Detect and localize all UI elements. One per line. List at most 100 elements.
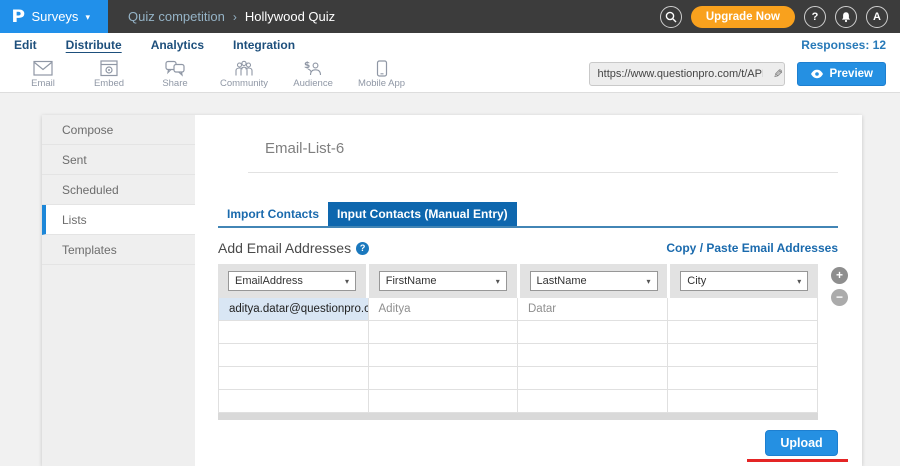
cell-lastname[interactable]: Datar <box>518 298 668 321</box>
cell-lastname[interactable] <box>518 367 668 390</box>
header-actions: Upgrade Now ? A <box>660 6 900 28</box>
chevron-down-icon: ▾ <box>85 12 90 23</box>
cell-city[interactable] <box>668 367 818 390</box>
toolbar-item-audience[interactable]: $ Audience <box>292 60 334 89</box>
survey-url-input[interactable] <box>590 68 768 80</box>
row-controls: + − <box>831 267 848 306</box>
sidebar-item-compose[interactable]: Compose <box>42 115 195 145</box>
eye-icon <box>810 69 824 79</box>
cell-email[interactable] <box>219 321 369 344</box>
add-email-addresses-title: Add Email Addresses <box>218 240 351 256</box>
embed-icon <box>99 60 119 77</box>
dropdown-arrow-icon: ▾ <box>797 277 801 286</box>
toolbar-item-community[interactable]: Community <box>220 60 268 89</box>
cell-lastname[interactable] <box>518 390 668 413</box>
cell-city[interactable] <box>668 344 818 367</box>
column-select-value: FirstName <box>386 275 437 287</box>
toolbar-item-label: Mobile App <box>358 78 405 89</box>
cell-firstname[interactable] <box>369 321 519 344</box>
sidebar-item-lists[interactable]: Lists <box>42 205 195 235</box>
remove-row-button[interactable]: − <box>831 289 848 306</box>
table-row <box>219 321 817 344</box>
column-header-cell: EmailAddress ▾ <box>218 264 366 298</box>
tab-input-contacts-manual-entry[interactable]: Input Contacts (Manual Entry) <box>328 202 517 226</box>
help-icon[interactable]: ? <box>804 6 826 28</box>
breadcrumb-separator: › <box>233 10 237 24</box>
add-row-button[interactable]: + <box>831 267 848 284</box>
share-icon <box>164 60 186 77</box>
cell-email[interactable]: aditya.datar@questionpro.com <box>219 298 369 321</box>
contacts-table-header: EmailAddress ▾ FirstName ▾ LastName ▾ <box>218 264 818 298</box>
search-icon[interactable] <box>660 6 682 28</box>
edit-url-pencil-icon[interactable]: ✎ <box>767 67 783 81</box>
survey-nav: Edit Distribute Analytics Integration Re… <box>0 33 900 56</box>
breadcrumb-parent[interactable]: Quiz competition <box>128 9 225 24</box>
page-title: Email-List-6 <box>265 140 838 157</box>
preview-button[interactable]: Preview <box>797 62 886 86</box>
cell-city[interactable] <box>668 390 818 413</box>
toolbar-item-label: Community <box>220 78 268 89</box>
email-icon <box>32 60 54 77</box>
upgrade-now-button[interactable]: Upgrade Now <box>691 6 795 28</box>
cell-firstname[interactable] <box>369 344 519 367</box>
nav-item-analytics[interactable]: Analytics <box>151 38 204 52</box>
cell-city[interactable] <box>668 321 818 344</box>
cell-lastname[interactable] <box>518 344 668 367</box>
email-lists-card: Compose Sent Scheduled Lists Templates E… <box>42 115 862 466</box>
cell-firstname[interactable]: Aditya <box>369 298 519 321</box>
nav-item-distribute[interactable]: Distribute <box>66 38 122 52</box>
top-header-bar: P Surveys ▾ Quiz competition › Hollywood… <box>0 0 900 33</box>
toolbar-item-email[interactable]: Email <box>22 60 64 89</box>
help-tooltip-icon[interactable]: ? <box>356 242 369 255</box>
toolbar-item-mobile-app[interactable]: Mobile App <box>358 60 405 89</box>
cell-email[interactable] <box>219 367 369 390</box>
tab-import-contacts[interactable]: Import Contacts <box>218 202 328 226</box>
distribute-toolbar: Email Embed Share Community $ Audience <box>0 56 900 93</box>
copy-paste-email-addresses-link[interactable]: Copy / Paste Email Addresses <box>666 241 838 255</box>
dropdown-arrow-icon: ▾ <box>496 277 500 286</box>
column-select-emailaddress[interactable]: EmailAddress ▾ <box>228 271 356 291</box>
responses-count[interactable]: Responses: 12 <box>801 38 886 52</box>
avatar[interactable]: A <box>866 6 888 28</box>
cell-city[interactable] <box>668 298 818 321</box>
column-header-cell: City ▾ <box>670 264 818 298</box>
column-select-firstname[interactable]: FirstName ▾ <box>379 271 507 291</box>
dropdown-arrow-icon: ▾ <box>345 277 349 286</box>
nav-item-edit[interactable]: Edit <box>14 38 37 52</box>
horizontal-scrollbar[interactable] <box>218 413 818 420</box>
contacts-tabs: Import Contacts Input Contacts (Manual E… <box>218 202 838 228</box>
survey-url-box: ✎ <box>589 62 785 86</box>
contacts-table: EmailAddress ▾ FirstName ▾ LastName ▾ <box>218 264 818 420</box>
upload-button[interactable]: Upload <box>765 430 838 456</box>
cell-email[interactable] <box>219 390 369 413</box>
red-annotation-underline <box>747 459 848 462</box>
nav-item-integration[interactable]: Integration <box>233 38 295 52</box>
cell-email[interactable] <box>219 344 369 367</box>
notifications-bell-icon[interactable] <box>835 6 857 28</box>
column-select-value: LastName <box>537 275 587 287</box>
cell-lastname[interactable] <box>518 321 668 344</box>
sidebar-item-sent[interactable]: Sent <box>42 145 195 175</box>
surveys-menu[interactable]: P Surveys ▾ <box>0 0 108 33</box>
contacts-table-body: aditya.datar@questionpro.com Aditya Data… <box>218 298 818 413</box>
toolbar-right: ✎ Preview <box>589 62 900 86</box>
cell-firstname[interactable] <box>369 390 519 413</box>
toolbar-item-share[interactable]: Share <box>154 60 196 89</box>
mobile-app-icon <box>376 60 388 77</box>
column-select-lastname[interactable]: LastName ▾ <box>530 271 658 291</box>
toolbar-item-label: Share <box>162 78 187 89</box>
table-row: aditya.datar@questionpro.com Aditya Data… <box>219 298 817 321</box>
column-select-city[interactable]: City ▾ <box>680 271 808 291</box>
cell-firstname[interactable] <box>369 367 519 390</box>
toolbar-item-label: Email <box>31 78 55 89</box>
column-select-value: City <box>687 275 706 287</box>
breadcrumb: Quiz competition › Hollywood Quiz <box>128 9 335 24</box>
sidebar-item-scheduled[interactable]: Scheduled <box>42 175 195 205</box>
audience-icon: $ <box>302 60 324 77</box>
list-content: Email-List-6 Import Contacts Input Conta… <box>195 115 862 466</box>
toolbar-item-embed[interactable]: Embed <box>88 60 130 89</box>
dropdown-arrow-icon: ▾ <box>646 277 650 286</box>
sidebar-item-templates[interactable]: Templates <box>42 235 195 265</box>
title-divider <box>248 172 838 173</box>
add-addresses-header: Add Email Addresses ? Copy / Paste Email… <box>218 240 838 256</box>
